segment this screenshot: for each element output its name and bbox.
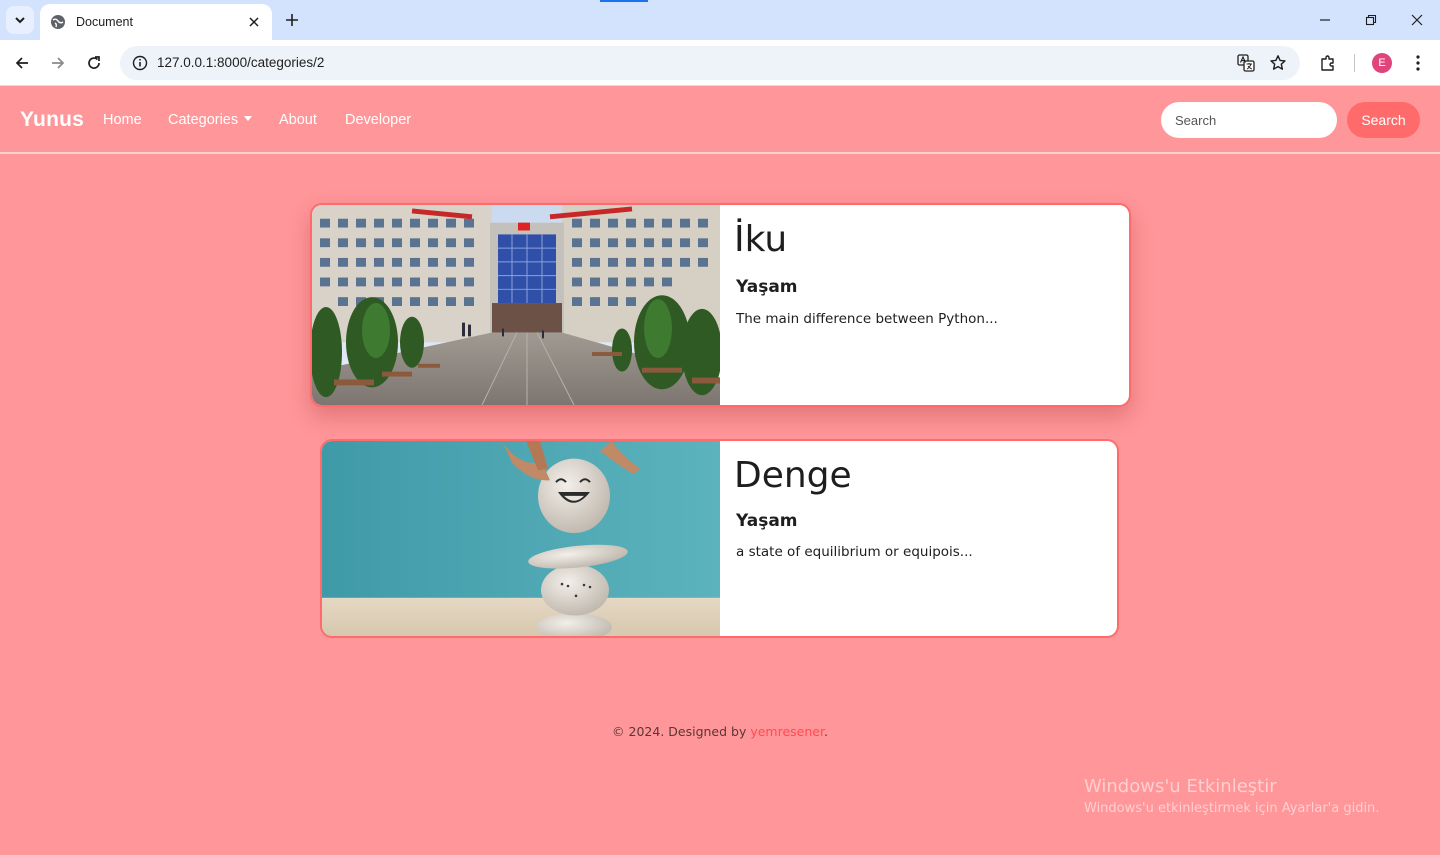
url-text[interactable]: 127.0.0.1:8000/categories/2 <box>157 55 324 70</box>
nav-link-categories-label: Categories <box>168 112 239 128</box>
search-input[interactable] <box>1161 102 1337 138</box>
tab-strip-indicator <box>600 0 648 2</box>
extensions-button[interactable] <box>1314 49 1342 77</box>
post-card-image <box>322 441 720 636</box>
footer-copyright: © 2024. Designed by <box>612 724 747 739</box>
restore-button[interactable] <box>1348 0 1394 40</box>
address-bar[interactable]: 127.0.0.1:8000/categories/2 <box>120 46 1300 80</box>
brand-logo[interactable]: Yunus <box>20 108 84 132</box>
post-card-category: Yaşam <box>736 277 798 297</box>
kebab-menu-icon <box>1416 55 1420 71</box>
windows-activation-watermark: Windows'u Etkinleştir Windows'u etkinleş… <box>1084 776 1379 816</box>
close-icon[interactable] <box>246 14 262 30</box>
post-card[interactable]: Denge Yaşam a state of equilibrium or eq… <box>320 439 1119 638</box>
site-footer: © 2024. Designed by yemresener. <box>0 724 1440 739</box>
tab-title: Document <box>76 15 133 29</box>
close-window-button[interactable] <box>1394 0 1440 40</box>
profile-avatar[interactable]: E <box>1372 53 1392 73</box>
new-tab-button[interactable] <box>280 8 304 32</box>
globe-icon <box>50 14 66 30</box>
browser-tab-active[interactable]: Document <box>40 4 272 40</box>
arrow-left-icon <box>15 57 28 69</box>
footer-period: . <box>823 724 828 739</box>
post-card-body: İku Yaşam The main difference between Py… <box>720 205 1129 405</box>
star-icon[interactable] <box>1266 51 1290 75</box>
post-card-category: Yaşam <box>736 511 798 531</box>
search-button[interactable]: Search <box>1347 102 1420 138</box>
tab-search-button[interactable] <box>6 6 34 34</box>
nav-link-developer[interactable]: Developer <box>345 112 411 128</box>
site-navbar: Yunus Home Categories About Developer Se… <box>0 87 1440 154</box>
post-card-title[interactable]: Denge <box>734 455 852 496</box>
post-card-body: Denge Yaşam a state of equilibrium or eq… <box>720 441 1117 636</box>
post-card-excerpt: a state of equilibrium or equipois... <box>736 544 973 560</box>
reload-button[interactable] <box>80 49 108 77</box>
arrow-right-icon <box>52 57 65 69</box>
restore-icon <box>1365 14 1377 26</box>
browser-toolbar: 127.0.0.1:8000/categories/2 E <box>0 40 1440 86</box>
nav-dropdown-categories[interactable]: Categories <box>168 112 253 128</box>
reload-icon <box>88 56 100 69</box>
forward-button[interactable] <box>44 49 72 77</box>
translate-icon[interactable] <box>1234 51 1258 75</box>
caret-down-icon <box>244 115 253 121</box>
watermark-subtitle: Windows'u etkinleştirmek için Ayarlar'a … <box>1084 801 1380 816</box>
post-card-title[interactable]: İku <box>734 219 787 260</box>
info-icon[interactable] <box>128 51 152 75</box>
close-icon <box>1411 14 1423 26</box>
browser-menu-button[interactable] <box>1404 49 1432 77</box>
back-button[interactable] <box>8 49 36 77</box>
post-card-image <box>312 205 720 405</box>
footer-designer-link[interactable]: yemresener <box>750 724 824 739</box>
nav-link-home[interactable]: Home <box>103 112 142 128</box>
watermark-title: Windows'u Etkinleştir <box>1084 776 1277 797</box>
minimize-icon <box>1320 19 1330 21</box>
toolbar-divider <box>1354 54 1355 72</box>
chevron-down-icon <box>15 17 25 24</box>
browser-tab-strip: Document <box>0 0 1440 40</box>
nav-link-about[interactable]: About <box>279 112 317 128</box>
post-card[interactable]: İku Yaşam The main difference between Py… <box>310 203 1131 407</box>
minimize-button[interactable] <box>1302 0 1348 40</box>
plus-icon <box>286 14 298 26</box>
puzzle-icon <box>1321 55 1334 71</box>
post-card-excerpt: The main difference between Python... <box>736 311 998 327</box>
